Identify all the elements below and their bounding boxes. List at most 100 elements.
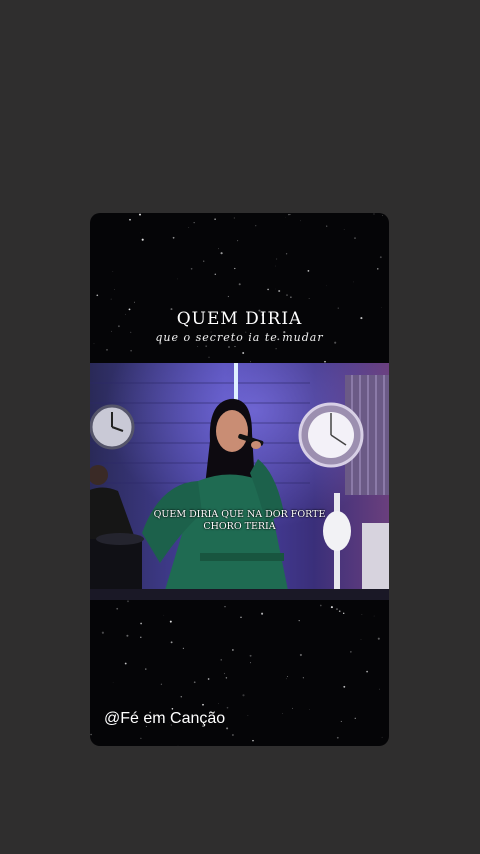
star — [336, 608, 338, 610]
star — [106, 349, 108, 351]
star — [240, 616, 242, 619]
star — [90, 733, 92, 736]
star — [140, 737, 142, 739]
star — [319, 604, 322, 607]
star — [278, 289, 281, 293]
star — [326, 285, 327, 287]
star — [160, 683, 163, 685]
star — [220, 659, 222, 661]
star — [231, 733, 234, 737]
star — [180, 696, 183, 698]
star — [366, 670, 368, 673]
star — [169, 620, 172, 623]
star — [342, 612, 345, 615]
star — [336, 736, 339, 739]
star — [130, 349, 132, 352]
star — [300, 220, 302, 222]
star — [275, 265, 276, 267]
star — [96, 294, 99, 297]
star — [285, 253, 288, 255]
star — [382, 215, 383, 216]
star — [292, 707, 293, 709]
star — [276, 258, 278, 260]
star — [140, 232, 141, 234]
star — [340, 720, 342, 722]
star — [350, 651, 352, 653]
performance-scene — [90, 363, 389, 600]
story-card[interactable]: QUEM DIRIA que o secreto ia te mudar QUE… — [90, 213, 389, 746]
video-lyric-caption: QUEM DIRIA QUE NA DOR FORTE CHORO TERIA — [90, 509, 389, 533]
star — [225, 677, 228, 679]
star — [373, 213, 375, 215]
star — [145, 668, 147, 670]
star — [377, 637, 380, 640]
star — [114, 289, 115, 291]
star — [373, 615, 375, 617]
star — [377, 268, 379, 270]
star — [242, 352, 245, 354]
star — [286, 678, 287, 680]
star — [101, 631, 104, 634]
star — [330, 606, 333, 609]
star — [326, 225, 328, 227]
star — [299, 653, 302, 657]
lyric-line-2: CHORO TERIA — [203, 521, 276, 532]
star — [218, 703, 219, 705]
star — [163, 614, 165, 616]
star — [242, 694, 245, 697]
star — [214, 218, 216, 220]
star — [289, 214, 291, 215]
star — [203, 260, 205, 262]
star — [207, 678, 210, 680]
star — [232, 649, 234, 651]
star — [228, 346, 230, 348]
star — [141, 238, 144, 241]
star — [214, 273, 217, 276]
star — [307, 270, 310, 272]
lyric-line-1: QUEM DIRIA QUE NA DOR FORTE — [153, 509, 326, 520]
star — [308, 298, 310, 299]
story-title: QUEM DIRIA — [176, 309, 303, 329]
star — [182, 647, 185, 650]
star — [261, 612, 264, 615]
star — [133, 301, 135, 303]
star — [116, 607, 119, 610]
star — [267, 288, 269, 291]
star — [238, 283, 241, 286]
star — [140, 622, 142, 625]
star — [202, 703, 204, 706]
star — [275, 348, 277, 350]
star — [255, 225, 257, 227]
star — [129, 218, 131, 221]
star — [379, 256, 382, 259]
star — [361, 614, 363, 615]
star — [360, 639, 362, 641]
star — [193, 681, 196, 684]
star — [379, 688, 380, 690]
star — [126, 634, 129, 637]
story-subtitle: que o secreto ia te mudar — [155, 331, 324, 344]
star — [353, 281, 354, 283]
star — [224, 606, 226, 608]
star — [354, 717, 356, 719]
star — [233, 217, 235, 219]
star — [205, 345, 207, 347]
star — [223, 672, 226, 675]
star — [237, 240, 239, 242]
video-frame[interactable]: QUEM DIRIA QUE NA DOR FORTE CHORO TERIA — [90, 363, 389, 600]
channel-watermark: @Fé em Canção — [104, 710, 226, 727]
star — [197, 346, 199, 348]
star — [218, 248, 219, 250]
star — [338, 610, 341, 613]
star — [381, 736, 383, 738]
star — [227, 295, 230, 298]
star — [124, 662, 127, 665]
star — [226, 706, 229, 709]
star — [170, 641, 173, 644]
star — [354, 237, 356, 239]
star — [343, 685, 346, 688]
star — [286, 676, 288, 677]
star — [172, 236, 175, 239]
star — [139, 213, 141, 216]
star — [282, 713, 283, 714]
